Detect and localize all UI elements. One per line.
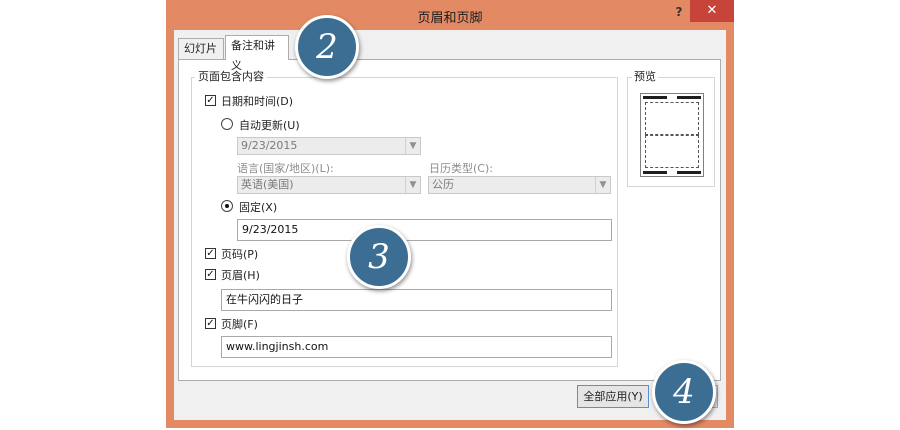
calendar-type-label: 日历类型(C):	[429, 162, 493, 175]
preview-header-left	[643, 96, 667, 99]
page-number-label: 页码(P)	[221, 248, 259, 261]
language-label: 语言(国家/地区)(L):	[237, 162, 334, 175]
preview-box	[627, 77, 715, 187]
step-badge-2: 2	[295, 15, 359, 79]
page-number-checkbox[interactable]: ✓	[205, 248, 216, 259]
chevron-down-icon: ▼	[595, 177, 610, 193]
tab-slides[interactable]: 幻灯片	[178, 38, 224, 60]
calendar-type-select: 公历 ▼	[428, 176, 611, 194]
auto-update-radio[interactable]	[221, 118, 233, 130]
auto-update-label: 自动更新(U)	[239, 119, 300, 132]
fixed-label: 固定(X)	[239, 201, 278, 214]
preview-footer-left	[643, 171, 667, 174]
auto-update-date-select: 9/23/2015 ▼	[237, 137, 421, 155]
auto-update-date-value: 9/23/2015	[241, 139, 298, 152]
checkmark-icon: ✓	[206, 95, 215, 106]
language-select: 英语(美国) ▼	[237, 176, 421, 194]
dialog-body: 幻灯片 备注和讲义 页面包含内容 ✓ 日期和时间(D) 自动更新(U) 9/23…	[174, 30, 726, 420]
header-checkbox[interactable]: ✓	[205, 269, 216, 280]
preview-slide-bottom	[645, 135, 699, 168]
date-time-checkbox[interactable]: ✓	[205, 95, 216, 106]
checkmark-icon: ✓	[206, 248, 215, 259]
close-icon[interactable]: ✕	[690, 0, 734, 22]
footer-label: 页脚(F)	[221, 318, 258, 331]
header-text-input[interactable]: 在牛闪闪的日子	[221, 289, 612, 311]
calendar-type-value: 公历	[432, 178, 454, 191]
step-badge-3: 3	[347, 225, 411, 289]
chevron-down-icon: ▼	[405, 138, 420, 154]
preview-footer-right	[677, 171, 701, 174]
date-time-label: 日期和时间(D)	[221, 95, 294, 108]
chevron-down-icon: ▼	[405, 177, 420, 193]
header-label: 页眉(H)	[221, 269, 260, 282]
preview-slide-top	[645, 102, 699, 135]
footer-checkbox[interactable]: ✓	[205, 318, 216, 329]
footer-text-input[interactable]: www.lingjinsh.com	[221, 336, 612, 358]
checkmark-icon: ✓	[206, 318, 215, 329]
title-bar[interactable]: 页眉和页脚 ? ✕	[166, 0, 734, 30]
language-value: 英语(美国)	[241, 178, 294, 191]
fixed-date-input[interactable]: 9/23/2015	[237, 219, 612, 241]
tab-notes-handouts[interactable]: 备注和讲义	[225, 35, 289, 72]
dialog-title: 页眉和页脚	[417, 11, 483, 26]
apply-all-button[interactable]: 全部应用(Y)	[577, 385, 649, 408]
preview-header-right	[677, 96, 701, 99]
step-badge-4: 4	[652, 360, 716, 424]
checkmark-icon: ✓	[206, 269, 215, 280]
tab-panel: 页面包含内容 ✓ 日期和时间(D) 自动更新(U) 9/23/2015 ▼ 语言…	[178, 59, 721, 381]
preview-legend: 预览	[632, 68, 658, 84]
dialog-window: 页眉和页脚 ? ✕ 幻灯片 备注和讲义 页面包含内容 ✓ 日期和时间(D) 自动…	[166, 0, 734, 428]
help-icon[interactable]: ?	[668, 2, 690, 22]
fixed-radio[interactable]	[221, 200, 233, 212]
preview-page	[640, 93, 704, 177]
